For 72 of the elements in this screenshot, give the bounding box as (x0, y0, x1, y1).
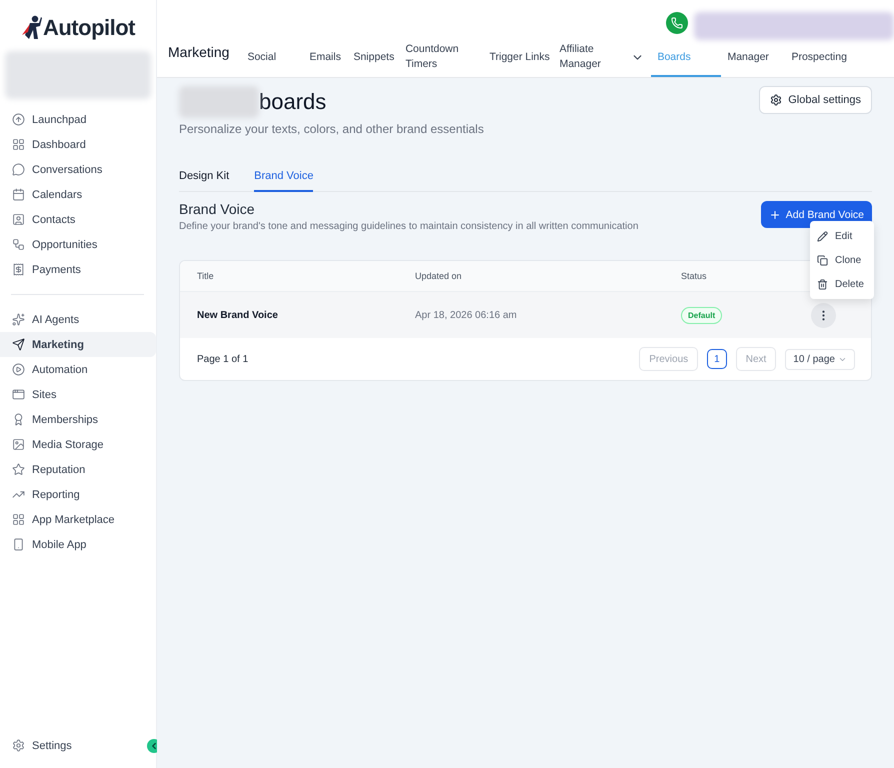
phone-button[interactable] (666, 12, 688, 34)
section-description: Define your brand's tone and messaging guidelines to maintain consistency in all written communication (179, 221, 638, 232)
sparkles-icon (12, 313, 25, 326)
section-heading: Brand Voice (179, 201, 256, 217)
sidebar-item[interactable]: Memberships (0, 407, 156, 432)
chat-bubble-icon (12, 163, 25, 176)
nav-tab[interactable]: Trigger Links (483, 39, 554, 77)
logo-figure-icon (20, 15, 43, 41)
page-number-button[interactable]: 1 (707, 349, 727, 369)
page-summary: Page 1 of 1 (197, 354, 248, 364)
settings-icon (770, 94, 782, 106)
sidebar-item[interactable]: Automation (0, 357, 156, 382)
image-icon (12, 438, 25, 451)
page-heading: boards (259, 89, 326, 115)
pencil-icon (817, 230, 828, 242)
tab[interactable]: Brand Voice (254, 164, 314, 192)
table-cell-text: Apr 18, 2026 06:16 am (415, 310, 518, 320)
smartphone-icon (12, 538, 25, 551)
copy-icon (817, 254, 828, 266)
arrow-up-circle-icon (12, 113, 25, 126)
workflow-icon (12, 238, 25, 251)
grid-icon (12, 513, 25, 526)
sidebar-item[interactable]: Launchpad (0, 107, 156, 132)
grid-icon (12, 138, 25, 151)
calendar-icon (12, 188, 25, 201)
global-settings-button[interactable]: Global settings (759, 86, 872, 114)
sidebar-item[interactable]: Conversations (0, 157, 156, 182)
contact-card-icon (12, 213, 25, 226)
sidebar-item[interactable]: Reporting (0, 482, 156, 507)
sidebar-item[interactable]: Opportunities (0, 232, 156, 257)
phone-icon (671, 17, 683, 29)
nav-tab[interactable]: Emails (303, 39, 348, 77)
sidebar-item[interactable]: App Marketplace (0, 507, 156, 532)
sidebar-item[interactable]: Sites (0, 382, 156, 407)
table-cell-text: New Brand Voice (197, 310, 279, 320)
sidebar-item[interactable]: AI Agents (0, 307, 156, 332)
section-title: Marketing (168, 44, 230, 60)
status-badge: Default (681, 306, 722, 324)
sidebar-item[interactable]: Mobile App (0, 532, 156, 557)
play-circle-icon (12, 363, 25, 376)
nav-tab[interactable]: Affiliate Manager (553, 39, 626, 77)
logo-text: Autopilot (42, 15, 136, 41)
send-icon (12, 338, 25, 351)
nav-tab[interactable]: Countdown Timers (399, 39, 484, 77)
sidebar-item[interactable]: Payments (0, 257, 156, 282)
nav-tab[interactable]: Prospecting (785, 39, 852, 77)
column-header: Updated on (415, 271, 463, 281)
sidebar-item[interactable]: Calendars (0, 182, 156, 207)
trash-icon (817, 278, 828, 290)
column-header: Status (681, 271, 708, 281)
page-size-select[interactable]: 10 / page (785, 348, 855, 370)
sidebar-item[interactable]: Dashboard (0, 132, 156, 157)
menu-item[interactable]: Delete (810, 272, 874, 296)
nav-tab[interactable]: Snippets (347, 39, 400, 77)
tab[interactable]: Design Kit (179, 164, 230, 192)
menu-item[interactable]: Clone (810, 248, 874, 272)
browser-window-icon (12, 388, 25, 401)
page-subtitle: Personalize your texts, colors, and other brand essentials (179, 122, 484, 136)
chevron-left-icon (149, 741, 159, 751)
receipt-icon (12, 263, 25, 276)
nav-tab[interactable]: Manager (721, 39, 786, 77)
sidebar-item[interactable]: Marketing (0, 332, 156, 357)
star-icon (12, 463, 25, 476)
sidebar-item[interactable]: Contacts (0, 207, 156, 232)
plus-icon (768, 208, 781, 220)
sidebar-item[interactable]: Reputation (0, 457, 156, 482)
settings-item[interactable]: Settings (0, 733, 72, 758)
column-header: Title (197, 271, 215, 281)
settings-icon (12, 739, 25, 752)
sidebar-item[interactable]: Media Storage (0, 432, 156, 457)
award-icon (12, 413, 25, 426)
nav-tab[interactable]: Social (241, 39, 304, 77)
